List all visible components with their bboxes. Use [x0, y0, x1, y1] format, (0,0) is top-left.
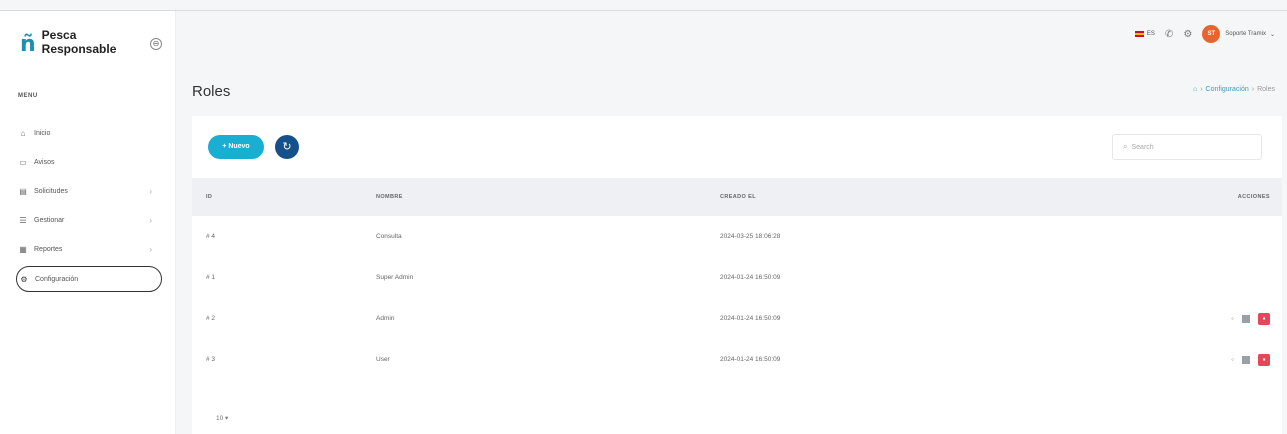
- search-input[interactable]: ⌕ Search: [1112, 134, 1262, 160]
- chevron-right-icon: ›: [149, 216, 152, 225]
- view-icon[interactable]: ◦: [1231, 355, 1234, 364]
- sidebar-item-label: Gestionar: [34, 217, 65, 224]
- cell-created: 2024-01-24 16:50:09: [720, 315, 781, 322]
- avatar: ST: [1202, 25, 1221, 43]
- brand-name: Pesca Responsable: [42, 28, 117, 56]
- settings-icon[interactable]: ⚙: [1183, 29, 1192, 40]
- chevron-right-icon: ›: [149, 245, 152, 254]
- sidebar-item-label: Solicitudes: [34, 188, 68, 195]
- chart-icon: ▦: [19, 245, 27, 254]
- home-icon: ⌂: [20, 129, 26, 138]
- list-icon: ☰: [19, 216, 27, 225]
- chevron-right-icon: ›: [149, 187, 152, 196]
- language-label: ES: [1146, 31, 1155, 37]
- user-name: Soporte Tramix: [1225, 31, 1266, 37]
- breadcrumb-separator: ›: [1251, 86, 1255, 93]
- table-row[interactable]: # 2 Admin 2024-01-24 16:50:09 ◦ ▪: [192, 298, 1282, 339]
- cell-name: Consulta: [376, 233, 402, 240]
- cell-actions: ◦ ▪: [1150, 312, 1282, 325]
- table-row[interactable]: # 4 Consulta 2024-03-25 18:06:28: [192, 216, 1282, 257]
- cell-id: # 4: [206, 233, 216, 240]
- cell-id: # 2: [206, 315, 216, 322]
- cell-actions: ◦ ▪: [1150, 353, 1282, 366]
- brand[interactable]: ñ Pesca Responsable: [20, 28, 116, 58]
- table-row[interactable]: # 3 User 2024-01-24 16:50:09 ◦ ▪: [192, 339, 1282, 380]
- flag-icon: [1134, 31, 1144, 37]
- breadcrumb-current: Roles: [1257, 86, 1275, 93]
- sidebar-item-label: Reportes: [34, 246, 63, 253]
- page-title: Roles: [192, 83, 231, 100]
- column-header-acciones: ACCIONES: [1237, 194, 1270, 200]
- sidebar-item-reportes[interactable]: ▦ Reportes ›: [18, 235, 166, 264]
- breadcrumb-separator: ›: [1200, 86, 1203, 93]
- header-actions: ES ✆ ⚙ ST Soporte Tramix ⌄: [1125, 25, 1275, 43]
- breadcrumb: ⌂ › Configuración › Roles: [1190, 86, 1275, 93]
- phone-icon[interactable]: ✆: [1165, 29, 1173, 40]
- roles-card: + Nuevo ↻ ⌕ Search ID NOMBRE CREADO EL A…: [192, 116, 1282, 434]
- column-header-nombre[interactable]: NOMBRE: [376, 194, 720, 200]
- breadcrumb-configuracion[interactable]: Configuración: [1206, 86, 1249, 93]
- chevron-down-icon: ⌄: [1269, 31, 1275, 38]
- sidebar: ñ Pesca Responsable ⊖ MENU ⌂ Inicio ▭ Av…: [0, 11, 176, 434]
- delete-icon[interactable]: ▪: [1258, 312, 1270, 325]
- sidebar-item-inicio[interactable]: ⌂ Inicio: [18, 119, 166, 148]
- menu-heading: MENU: [18, 93, 38, 99]
- calendar-icon: ▭: [19, 158, 27, 167]
- cell-name: Admin: [376, 315, 395, 322]
- search-placeholder: Search: [1131, 143, 1154, 151]
- table-header: ID NOMBRE CREADO EL ACCIONES: [192, 178, 1282, 216]
- search-icon: ⌕: [1123, 142, 1128, 151]
- sidebar-menu: ⌂ Inicio ▭ Avisos ▤ Solicitudes › ☰ Gest…: [16, 119, 166, 292]
- sidebar-item-gestionar[interactable]: ☰ Gestionar ›: [18, 206, 166, 235]
- cell-name: User: [376, 356, 390, 363]
- language-selector[interactable]: ES: [1134, 31, 1155, 37]
- page-size-select[interactable]: 10 ▾: [216, 414, 228, 422]
- sidebar-item-label: Avisos: [34, 159, 55, 166]
- cell-id: # 3: [206, 356, 216, 363]
- top-divider: [0, 10, 1287, 11]
- cell-created: 2024-03-25 18:06:28: [720, 233, 781, 240]
- view-icon[interactable]: ◦: [1231, 314, 1234, 323]
- table-row[interactable]: # 1 Super Admin 2024-01-24 16:50:09: [192, 257, 1282, 298]
- new-role-button[interactable]: + Nuevo: [208, 135, 264, 159]
- sidebar-item-avisos[interactable]: ▭ Avisos: [18, 148, 166, 177]
- sidebar-item-configuracion[interactable]: ⚙ Configuración: [16, 266, 162, 292]
- cell-created: 2024-01-24 16:50:09: [720, 274, 781, 281]
- delete-icon[interactable]: ▪: [1258, 353, 1270, 366]
- edit-icon[interactable]: [1242, 314, 1250, 323]
- cell-created: 2024-01-24 16:50:09: [720, 356, 781, 363]
- column-header-creado[interactable]: CREADO EL: [720, 194, 1150, 200]
- file-icon: ▤: [19, 187, 27, 196]
- cell-id: # 1: [206, 274, 216, 281]
- sidebar-item-label: Inicio: [34, 130, 51, 137]
- cell-name: Super Admin: [376, 274, 414, 281]
- edit-icon[interactable]: [1242, 355, 1250, 364]
- brand-logo-icon: ñ: [20, 32, 36, 57]
- brand-name-line1: Pesca: [41, 28, 77, 42]
- user-menu[interactable]: ST Soporte Tramix ⌄: [1202, 25, 1275, 43]
- column-header-id[interactable]: ID: [192, 194, 376, 200]
- sidebar-item-solicitudes[interactable]: ▤ Solicitudes ›: [18, 177, 166, 206]
- brand-name-line2: Responsable: [41, 42, 117, 56]
- home-icon[interactable]: ⌂: [1193, 86, 1197, 93]
- gear-icon: ⚙: [20, 274, 28, 284]
- refresh-button[interactable]: ↻: [275, 135, 299, 159]
- sidebar-toggle-icon[interactable]: ⊖: [150, 38, 162, 50]
- roles-table: ID NOMBRE CREADO EL ACCIONES # 4 Consult…: [192, 178, 1282, 380]
- sidebar-item-label: Configuración: [35, 275, 79, 283]
